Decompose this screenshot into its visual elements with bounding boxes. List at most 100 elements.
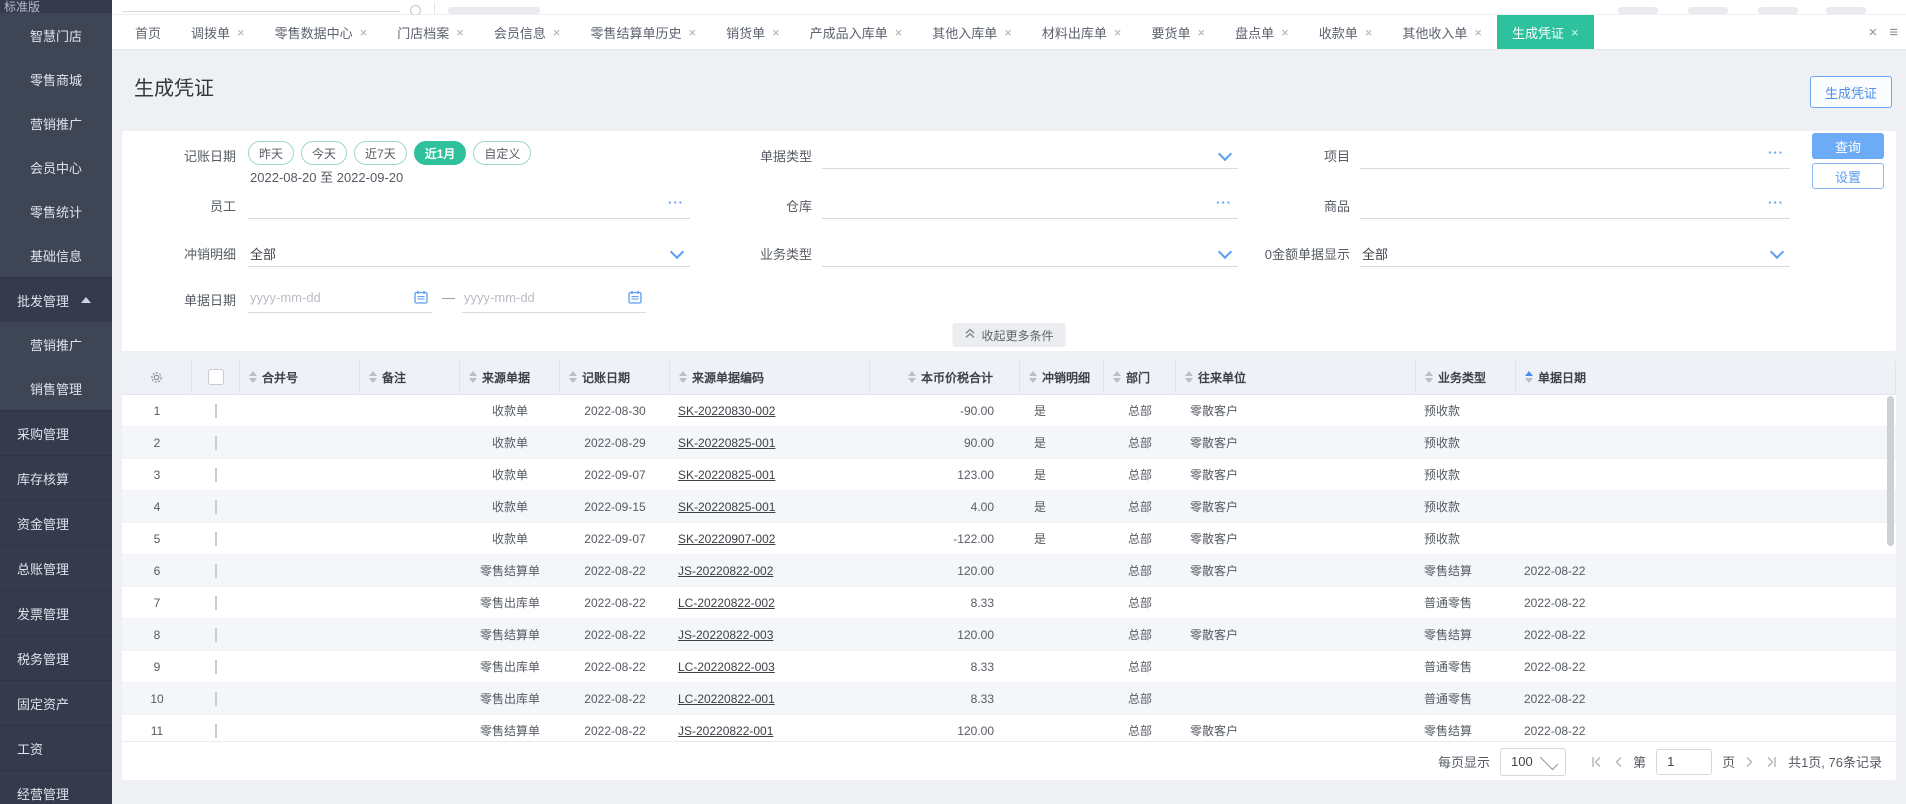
sidebar-item-17[interactable]: 经营管理 (0, 770, 112, 804)
sidebar-item-15[interactable]: 固定资产 (0, 680, 112, 725)
row-checkbox[interactable] (215, 659, 217, 674)
date-preset-pill-2[interactable]: 近7天 (354, 141, 407, 165)
sidebar-item-2[interactable]: 营销推广 (0, 101, 112, 145)
doc-date-start-input[interactable] (248, 285, 400, 305)
goods-field[interactable]: ··· (1360, 191, 1790, 219)
source-doc-link[interactable]: SK-20220825-001 (678, 436, 775, 450)
settings-button[interactable]: 设置 (1812, 163, 1884, 189)
sidebar-item-8[interactable]: 销售管理 (0, 366, 112, 410)
sidebar-item-9[interactable]: 采购管理 (0, 410, 112, 455)
topbar-right-fragment-1[interactable] (1618, 7, 1658, 14)
column-header-10[interactable]: 单据日期 (1516, 360, 1896, 394)
topbar-right-fragment-4[interactable] (1826, 7, 1866, 14)
sidebar-item-10[interactable]: 库存核算 (0, 455, 112, 500)
calendar-icon[interactable] (628, 290, 642, 309)
next-page-button[interactable] (1745, 756, 1755, 768)
tab-11[interactable]: 盘点单 × (1220, 15, 1304, 49)
source-doc-link[interactable]: JS-20220822-001 (678, 724, 773, 738)
generate-voucher-button[interactable]: 生成凭证 (1809, 76, 1892, 108)
sidebar-item-0[interactable]: 智慧门店 (0, 13, 112, 57)
tab-close-icon[interactable]: × (1365, 26, 1373, 39)
tab-2[interactable]: 零售数据中心 × (260, 15, 383, 49)
zero-amount-field[interactable]: 全部 (1360, 239, 1790, 267)
sidebar-item-13[interactable]: 发票管理 (0, 590, 112, 635)
sort-icon[interactable] (907, 371, 916, 383)
sidebar-item-4[interactable]: 零售统计 (0, 189, 112, 233)
sort-icon[interactable] (1113, 371, 1121, 383)
topbar-search-input[interactable] (122, 11, 400, 12)
source-doc-link[interactable]: LC-20220822-002 (678, 596, 775, 610)
topbar-right-fragment-3[interactable] (1758, 7, 1798, 14)
date-preset-pill-1[interactable]: 今天 (301, 141, 348, 165)
biz-type-field[interactable] (822, 239, 1238, 267)
tab-close-icon[interactable]: × (1474, 26, 1482, 39)
topbar-right-fragment-2[interactable] (1688, 7, 1728, 14)
write-off-field[interactable]: 全部 (248, 239, 690, 267)
warehouse-field[interactable]: ··· (822, 191, 1238, 219)
chevron-down-icon[interactable] (1769, 244, 1785, 260)
row-checkbox[interactable] (215, 499, 217, 514)
tab-6[interactable]: 销货单 × (711, 15, 795, 49)
tab-14[interactable]: 生成凭证 × (1496, 15, 1594, 49)
page-size-select[interactable]: 100 (1500, 747, 1567, 776)
tab-12[interactable]: 收款单 × (1304, 15, 1388, 49)
sidebar-item-5[interactable]: 基础信息 (0, 233, 112, 277)
tab-8[interactable]: 其他入库单 × (917, 15, 1027, 49)
column-header-8[interactable]: 往来单位 (1176, 360, 1416, 394)
sort-icon[interactable] (369, 371, 377, 383)
source-doc-link[interactable]: LC-20220822-003 (678, 660, 775, 674)
sort-icon[interactable] (1525, 371, 1533, 383)
source-doc-link[interactable]: SK-20220825-001 (678, 468, 775, 482)
picker-ellipsis-icon[interactable]: ··· (1768, 195, 1784, 210)
row-checkbox[interactable] (215, 467, 217, 482)
sidebar-item-6[interactable]: 批发管理 (0, 277, 112, 322)
column-header-4[interactable]: 来源单据编码 (670, 360, 870, 394)
column-header-6[interactable]: 冲销明细 (1020, 360, 1104, 394)
row-checkbox[interactable] (215, 723, 217, 738)
sort-icon[interactable] (1425, 371, 1433, 383)
source-doc-link[interactable]: JS-20220822-003 (678, 628, 773, 642)
column-header-2[interactable]: 来源单据 (460, 360, 560, 394)
doc-type-field[interactable] (822, 141, 1238, 169)
row-checkbox[interactable] (215, 531, 217, 546)
column-header-0[interactable]: 合并号 (240, 360, 360, 394)
sidebar-item-16[interactable]: 工资 (0, 725, 112, 770)
source-doc-link[interactable]: LC-20220822-001 (678, 692, 775, 706)
project-field[interactable]: ··· (1360, 141, 1790, 169)
sidebar-item-12[interactable]: 总账管理 (0, 545, 112, 590)
row-checkbox[interactable] (215, 403, 217, 418)
tab-close-icon[interactable]: × (1004, 26, 1012, 39)
tab-13[interactable]: 其他收入单 × (1387, 15, 1497, 49)
topbar-menu-fragment[interactable] (448, 7, 540, 14)
tab-10[interactable]: 要货单 × (1137, 15, 1221, 49)
sort-icon[interactable] (569, 371, 577, 383)
column-settings-gear[interactable] (122, 360, 192, 394)
tab-close-icon[interactable]: × (1571, 26, 1579, 39)
column-header-5[interactable]: 本币价税合计 (870, 360, 1020, 394)
sidebar-item-11[interactable]: 资金管理 (0, 500, 112, 545)
date-preset-pill-0[interactable]: 昨天 (248, 141, 295, 165)
tab-4[interactable]: 会员信息 × (479, 15, 576, 49)
sort-icon[interactable] (249, 371, 257, 383)
tab-close-icon[interactable]: × (456, 26, 464, 39)
sort-icon[interactable] (469, 371, 477, 383)
sort-icon[interactable] (679, 371, 687, 383)
sidebar-item-1[interactable]: 零售商城 (0, 57, 112, 101)
sidebar-item-14[interactable]: 税务管理 (0, 635, 112, 680)
page-number-input[interactable] (1656, 748, 1713, 775)
tab-close-icon[interactable]: × (1198, 26, 1206, 39)
tab-close-icon[interactable]: × (1114, 26, 1122, 39)
date-preset-pill-3[interactable]: 近1月 (413, 141, 467, 165)
tab-list-icon[interactable]: ≡ (1889, 24, 1898, 41)
tab-9[interactable]: 材料出库单 × (1027, 15, 1137, 49)
row-checkbox[interactable] (215, 563, 217, 578)
first-page-button[interactable] (1590, 756, 1603, 768)
sidebar-item-7[interactable]: 营销推广 (0, 322, 112, 366)
tab-5[interactable]: 零售结算单历史 × (575, 15, 711, 49)
last-page-button[interactable] (1765, 756, 1778, 768)
source-doc-link[interactable]: SK-20220825-001 (678, 500, 775, 514)
tab-close-icon[interactable]: × (895, 26, 903, 39)
doc-date-end-input[interactable] (462, 285, 614, 305)
row-checkbox[interactable] (215, 691, 217, 706)
sidebar-item-3[interactable]: 会员中心 (0, 145, 112, 189)
